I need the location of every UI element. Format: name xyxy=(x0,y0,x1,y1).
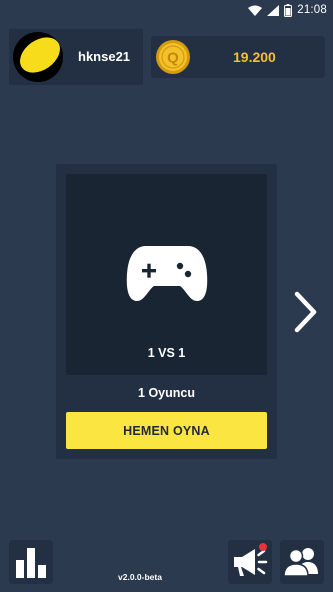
player-count: 1 Oyuncu xyxy=(138,386,195,400)
game-mode-card[interactable]: 1 VS 1 1 Oyuncu HEMEN OYNA xyxy=(56,164,277,459)
users-icon xyxy=(283,548,318,577)
game-mode-image: 1 VS 1 xyxy=(66,174,267,375)
profile-card[interactable]: hknse21 xyxy=(9,29,143,85)
lemon-avatar-icon xyxy=(13,32,63,82)
coin-icon: Q xyxy=(156,40,190,74)
coin-amount: 19.200 xyxy=(233,49,276,65)
coin-letter: Q xyxy=(167,50,179,67)
play-now-button[interactable]: HEMEN OYNA xyxy=(66,412,267,449)
friends-button[interactable] xyxy=(280,540,324,584)
coin-balance[interactable]: Q 19.200 xyxy=(151,36,325,78)
avatar[interactable] xyxy=(13,32,63,82)
notification-dot xyxy=(259,543,267,551)
announcements-button[interactable] xyxy=(228,540,272,584)
status-bar: 21:08 xyxy=(0,0,333,20)
status-time: 21:08 xyxy=(297,4,327,16)
username: hknse21 xyxy=(78,49,131,64)
chevron-right-icon[interactable] xyxy=(290,290,320,334)
signal-icon xyxy=(267,4,280,16)
wifi-icon xyxy=(248,5,263,16)
gamepad-icon xyxy=(126,246,208,302)
battery-icon xyxy=(284,3,293,17)
game-mode-label: 1 VS 1 xyxy=(147,346,186,360)
